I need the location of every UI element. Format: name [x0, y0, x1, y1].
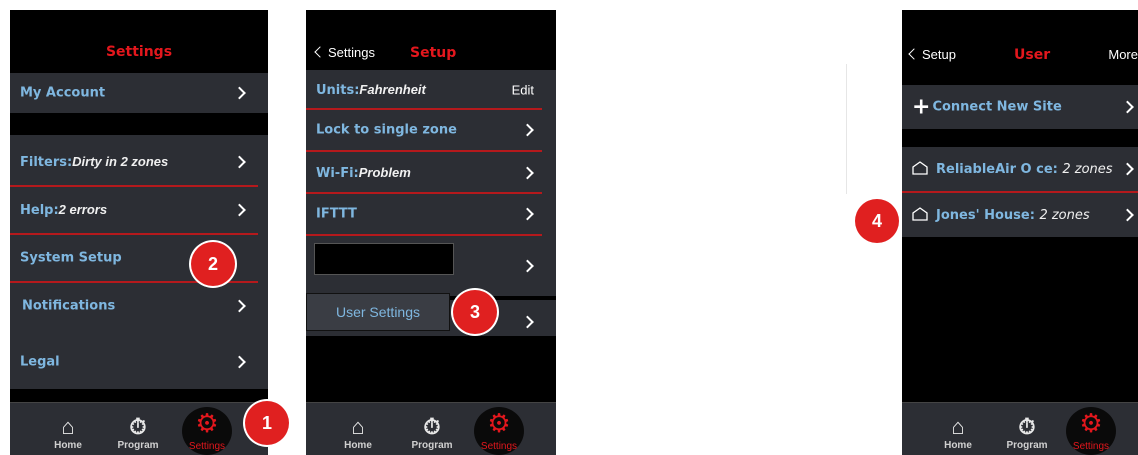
step-badge: 1 [245, 401, 289, 445]
units-label: Units:Fahrenheit [316, 82, 426, 98]
tab-settings[interactable]: ⚙ Settings [1066, 407, 1116, 455]
ifttt-row[interactable]: IFTTT [306, 194, 556, 234]
ifttt-label: IFTTT [316, 206, 357, 222]
units-row[interactable]: Units:Fahrenheit Edit [306, 70, 556, 110]
gear-icon: ⚙ [1079, 409, 1103, 439]
back-button[interactable]: Settings [314, 45, 375, 60]
page-title: User [1014, 47, 1051, 63]
house-icon [912, 161, 928, 175]
chevron-right-icon [1121, 208, 1134, 222]
step-badge: 2 [191, 242, 235, 286]
tab-program[interactable]: ⏱ Program [1002, 414, 1052, 451]
notifications-row[interactable]: Notifications [10, 284, 268, 328]
chevron-right-icon [521, 207, 534, 221]
more-button[interactable]: More [1108, 47, 1138, 62]
wifi-label: Wi-Fi:Problem [316, 165, 411, 181]
user-settings-button[interactable]: User Settings [306, 293, 450, 331]
tab-settings[interactable]: ⚙ Settings [474, 407, 524, 455]
chevron-right-icon [1121, 100, 1134, 114]
divider [846, 64, 847, 194]
chevron-right-icon [233, 86, 246, 100]
stopwatch-icon: ⏱ [423, 414, 441, 439]
chevron-right-icon [233, 155, 246, 169]
notifications-label: Notifications [22, 298, 116, 314]
chevron-right-icon [233, 355, 246, 369]
tab-program[interactable]: ⏱ Program [114, 414, 162, 451]
connect-site-label: + Connect New Site [912, 94, 1062, 120]
step-badge: 3 [453, 290, 497, 334]
gear-icon: ⚙ [487, 409, 511, 439]
legal-row[interactable]: Legal [10, 338, 268, 386]
plus-icon: + [912, 94, 931, 120]
setup-screen: Settings Setup Units:Fahrenheit Edit Loc… [306, 10, 556, 455]
tab-home[interactable]: ⌂ Home [936, 414, 980, 451]
redacted-box [314, 243, 454, 275]
lock-zone-row[interactable]: Lock to single zone [306, 110, 556, 150]
chevron-right-icon [1121, 162, 1134, 176]
tab-program[interactable]: ⏱ Program [408, 414, 456, 451]
chevron-right-icon [521, 315, 534, 328]
chevron-right-icon [233, 203, 246, 217]
wifi-row[interactable]: Wi-Fi:Problem [306, 153, 556, 193]
my-account-label: My Account [20, 85, 106, 101]
my-account-row[interactable]: My Account [10, 73, 268, 113]
page-title: Settings [105, 44, 173, 60]
connect-site-row[interactable]: + Connect New Site [902, 85, 1138, 129]
chevron-right-icon [521, 259, 534, 273]
user-screen: Setup User More + Connect New Site Reliab… [902, 10, 1138, 455]
filters-row[interactable]: Filters:Dirty in 2 zones [10, 140, 268, 184]
tab-home[interactable]: ⌂ Home [336, 414, 380, 451]
site-label: Jones' House: 2 zones [912, 207, 1090, 223]
divider [306, 150, 542, 152]
divider [10, 185, 258, 187]
help-label: Help:2 errors [20, 202, 108, 218]
stopwatch-icon: ⏱ [1018, 414, 1036, 439]
stopwatch-icon: ⏱ [129, 414, 147, 439]
home-icon: ⌂ [951, 414, 965, 439]
tab-bar: ⌂ Home ⏱ Program ⚙ Settings [306, 402, 556, 455]
tab-bar: ⌂ Home ⏱ Program ⚙ Settings [902, 402, 1138, 455]
site-row[interactable]: Jones' House: 2 zones [902, 193, 1138, 237]
divider [10, 233, 258, 235]
chevron-right-icon [233, 299, 246, 313]
lock-zone-label: Lock to single zone [316, 122, 457, 138]
legal-label: Legal [20, 354, 60, 370]
tab-settings[interactable]: ⚙ Settings [182, 407, 232, 455]
site-label: ReliableAir O ce: 2 zones [912, 161, 1113, 177]
chevron-left-icon [314, 46, 326, 58]
chevron-left-icon [908, 48, 920, 60]
tab-home[interactable]: ⌂ Home [46, 414, 90, 451]
filters-label: Filters:Dirty in 2 zones [20, 154, 169, 170]
house-icon [912, 207, 928, 221]
site-row[interactable]: ReliableAir O ce: 2 zones [902, 147, 1138, 191]
home-icon: ⌂ [351, 414, 365, 439]
page-title: Setup [410, 45, 457, 61]
back-button[interactable]: Setup [908, 47, 956, 62]
step-badge: 4 [855, 199, 899, 243]
redacted-row[interactable] [306, 236, 556, 296]
tab-bar: ⌂ Home ⏱ Program ⚙ Settings [10, 402, 268, 455]
edit-button[interactable]: Edit [512, 83, 534, 98]
chevron-right-icon [521, 166, 534, 180]
home-icon: ⌂ [61, 414, 75, 439]
system-setup-label: System Setup [20, 250, 122, 266]
chevron-right-icon [521, 123, 534, 137]
settings-screen: Settings My Account Filters:Dirty in 2 z… [10, 10, 268, 455]
gear-icon: ⚙ [195, 409, 219, 439]
help-row[interactable]: Help:2 errors [10, 188, 268, 232]
